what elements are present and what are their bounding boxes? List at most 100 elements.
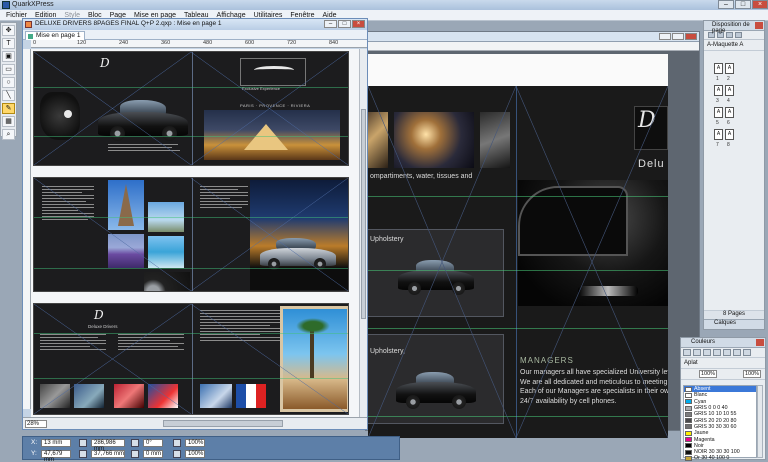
minimize-button[interactable]: – <box>718 0 734 9</box>
page-thumb-7[interactable]: A <box>714 129 723 140</box>
page-thumb-1[interactable]: A <box>714 63 723 74</box>
tab-mise-en-page-1[interactable]: Mise en page 1 <box>25 31 86 40</box>
color-list-scrollbar[interactable] <box>757 385 763 458</box>
page-properties-icon[interactable] <box>726 32 733 38</box>
page-spread-4[interactable]: AA <box>714 129 736 140</box>
spread-pages-1[interactable]: D Exclusive Experience PARIS · PROVENCE … <box>33 51 349 166</box>
color-swatch-chip <box>685 399 692 405</box>
horizontal-scroll-thumb[interactable] <box>163 420 283 427</box>
zoom-field[interactable]: 28% <box>25 420 47 428</box>
edit-color-icon[interactable] <box>693 349 701 356</box>
color-swatch-name: Jaune <box>694 430 709 437</box>
rotation-icon <box>131 439 139 447</box>
page-spread-1[interactable]: AA <box>714 63 736 74</box>
page-thumb-5[interactable]: A <box>714 107 723 118</box>
opacity-field-1[interactable]: 100% <box>185 439 205 447</box>
colors-palette-header: Couleurs <box>681 338 765 348</box>
horizontal-ruler[interactable]: 0 120 240 360 480 600 720 840 <box>31 40 367 48</box>
color-swatch-chip <box>685 437 692 443</box>
maximize-button[interactable]: □ <box>735 0 751 9</box>
tools-palette: ✥ T ▣ ▭ ○ ╲ ✎ ▦ ⌕ <box>0 22 17 140</box>
line-tool-icon[interactable]: ╲ <box>2 90 15 101</box>
ruler-mark: 720 <box>287 40 297 46</box>
doc-close-button[interactable]: × <box>352 20 365 28</box>
page-thumb-8[interactable]: A <box>725 129 734 140</box>
page-thumb-6[interactable]: A <box>725 107 734 118</box>
ruler-mark: 360 <box>161 40 171 46</box>
tint-field-2[interactable]: 100% <box>743 370 761 378</box>
rotation-field[interactable]: 0° <box>143 439 163 447</box>
bg-maximize-button[interactable] <box>672 33 684 40</box>
table-tool-icon[interactable]: ▦ <box>2 116 15 127</box>
page-thumb-2[interactable]: A <box>725 63 734 74</box>
document-titlebar: DELUXE DRIVERS 8PAGES FINAL Q+P 2.qxp : … <box>23 19 367 30</box>
height-field[interactable]: 37,766 mm <box>91 450 125 458</box>
page-number: 8 <box>727 142 730 148</box>
y-field[interactable]: 47,679 mm <box>41 450 71 462</box>
x-label: X: <box>31 439 38 446</box>
fill-label: Aplat <box>684 360 698 366</box>
new-color-icon[interactable] <box>683 349 691 356</box>
percent-row: 100% 100% <box>681 369 765 380</box>
bg-close-button[interactable] <box>685 33 697 40</box>
ruler-mark: 840 <box>329 40 339 46</box>
pen-tool-icon[interactable]: ✎ <box>2 103 15 114</box>
color-swatch-chip <box>685 455 692 461</box>
vertical-scroll-thumb[interactable] <box>361 109 366 319</box>
width-field[interactable]: 286,986 mm <box>91 439 125 452</box>
app-title-bar: QuarkXPress <box>0 0 768 10</box>
close-button[interactable]: × <box>752 0 768 9</box>
bg-minimize-button[interactable] <box>659 33 671 40</box>
page-layout-palette: Disposition de page A-Maquette A AA 1 2 … <box>703 20 765 330</box>
ruler-mark: 120 <box>77 40 87 46</box>
page-spread-2[interactable]: AA <box>714 85 736 96</box>
document-icon <box>25 21 32 28</box>
page-layout-close-icon[interactable] <box>755 22 763 29</box>
background-page: ompartiments, water, tissues and Upholst… <box>368 54 668 438</box>
tint-field-1[interactable]: 100% <box>699 370 717 378</box>
spread1-guides <box>34 52 348 165</box>
pasteboard: D Exclusive Experience PARIS · PROVENCE … <box>31 49 361 417</box>
background-spread: ompartiments, water, tissues and Upholst… <box>368 86 668 438</box>
page-thumb-3[interactable]: A <box>714 85 723 96</box>
color-swatch-chip <box>685 386 692 392</box>
doc-minimize-button[interactable]: – <box>324 20 337 28</box>
spread-pages-2[interactable] <box>33 177 349 292</box>
page-thumb-4[interactable]: A <box>725 85 734 96</box>
x-field[interactable]: 13 mm <box>41 439 71 447</box>
delete-page-icon[interactable] <box>735 32 742 38</box>
oval-box-tool-icon[interactable]: ○ <box>2 77 15 88</box>
duplicate-color-icon[interactable] <box>703 349 711 356</box>
opacity-icon <box>173 439 181 447</box>
move-tool-icon[interactable]: ✥ <box>2 25 15 36</box>
picture-content-tool-icon[interactable]: ▣ <box>2 51 15 62</box>
color-swatch-name: Magenta <box>694 436 715 443</box>
window-controls: – □ × <box>717 0 768 9</box>
spread3-guides <box>34 304 348 414</box>
document-status-bar: 28% <box>23 417 367 429</box>
rectangle-box-tool-icon[interactable]: ▭ <box>2 64 15 75</box>
calques-tab[interactable]: Calques <box>704 319 764 329</box>
text-content-tool-icon[interactable]: T <box>2 38 15 49</box>
vertical-ruler[interactable] <box>23 49 31 409</box>
delete-color-icon[interactable] <box>713 349 721 356</box>
y-label: Y: <box>31 450 37 457</box>
foreground-document-window: DELUXE DRIVERS 8PAGES FINAL Q+P 2.qxp : … <box>22 18 368 430</box>
spread-pages-3[interactable]: D Deluxe Drivers <box>33 303 349 415</box>
color-swatch-row[interactable]: Or 30 40 100 0 <box>684 455 756 461</box>
opacity-icon <box>173 450 181 458</box>
offset-field[interactable]: 0 mm <box>143 450 163 458</box>
colors-close-icon[interactable] <box>756 339 764 346</box>
page-layout-palette-header: Disposition de page <box>704 21 764 34</box>
page-spread-3[interactable]: AA <box>714 107 736 118</box>
master-page-item[interactable]: A-Maquette A <box>704 40 764 51</box>
zoom-tool-icon[interactable]: ⌕ <box>2 129 15 140</box>
vertical-scrollbar[interactable] <box>359 49 367 419</box>
text-color-icon[interactable] <box>733 349 741 356</box>
doc-maximize-button[interactable]: □ <box>338 20 351 28</box>
background-color-icon[interactable] <box>743 349 751 356</box>
opacity-field-2[interactable]: 100% <box>185 450 205 458</box>
frame-color-icon[interactable] <box>723 349 731 356</box>
colors-palette-title: Couleurs <box>691 339 716 345</box>
ruler-mark: 240 <box>119 40 129 46</box>
